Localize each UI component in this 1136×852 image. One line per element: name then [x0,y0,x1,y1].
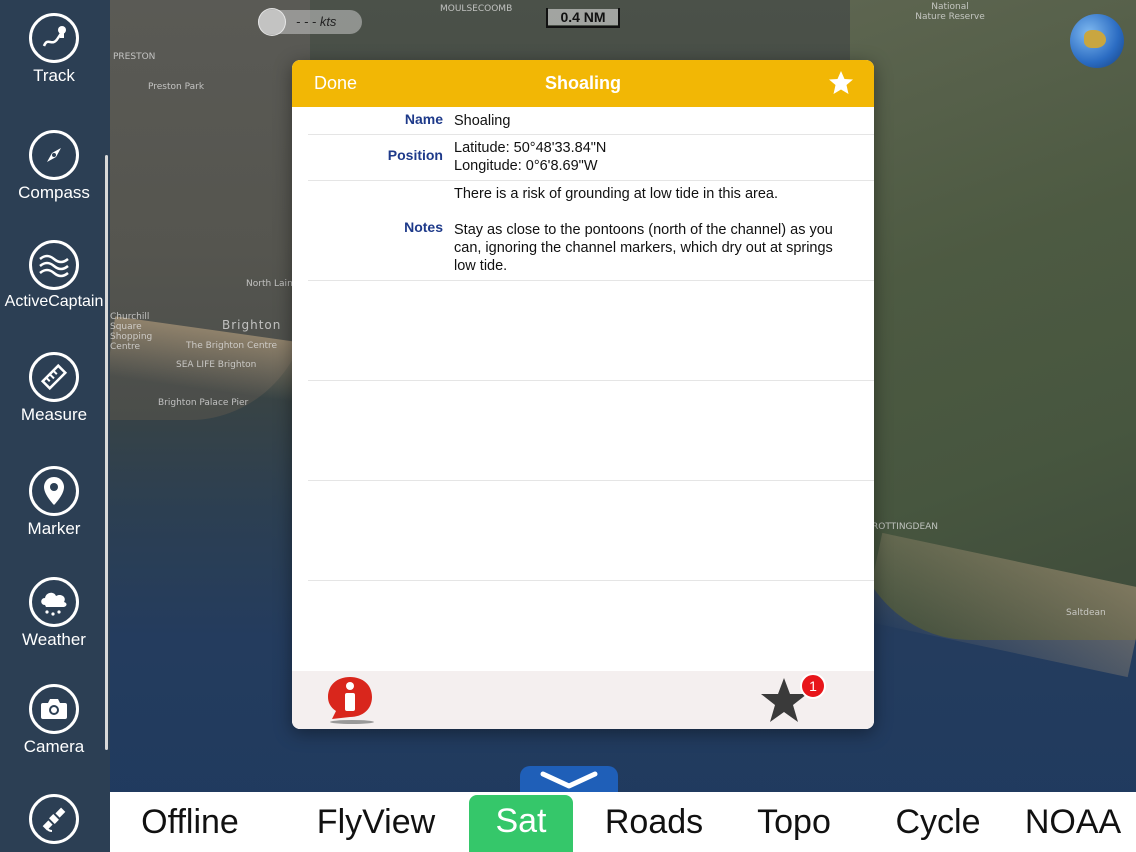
map-label: National Nature Reserve [915,2,985,22]
map-label: PRESTON [113,52,156,62]
chevron-down-icon [540,771,598,789]
collapse-toggle[interactable] [520,766,618,794]
activecaptain-icon [29,240,79,290]
tab-offline[interactable]: Offline [130,792,250,852]
map-label: SEA LIFE Brighton [176,360,257,370]
name-value: Shoaling [454,113,511,129]
map-label: ROTTINGDEAN [872,522,939,532]
notes-key: Notes [404,219,443,235]
waypoint-dialog: Done Shoaling Name Shoaling Position Lat… [292,60,874,729]
tab-topo[interactable]: Topo [750,792,838,852]
speed-value: - - - kts [296,14,337,29]
favorite-star-icon[interactable] [828,70,854,96]
map-label: Churchill Square Shopping Centre [110,312,153,352]
name-key: Name [404,111,443,127]
map-label: North Laine [246,279,299,289]
sidebar-item-marker[interactable]: Marker [0,466,108,539]
favorites-badge: 1 [800,673,826,699]
tab-flyview[interactable]: FlyView [308,792,444,852]
map-type-bar: Offline FlyView Sat Roads Topo Cycle NOA… [110,792,1136,852]
sidebar-item-weather[interactable]: Weather [0,577,108,650]
sidebar-item-measure[interactable]: Measure [0,352,108,425]
sidebar-item-label: Measure [20,405,88,424]
tab-noaa[interactable]: NOAA [1020,792,1126,852]
dialog-footer: 1 [292,671,874,729]
dialog-title: Shoaling [545,73,621,93]
sidebar-item-label: ActiveCaptain [4,293,104,310]
tab-sat[interactable]: Sat [469,795,573,852]
longitude-value: Longitude: 0°6'8.69"W [454,158,598,174]
sidebar-item-track[interactable]: Track [0,13,108,86]
sidebar-item-label: Marker [27,519,81,538]
empty-row [308,381,874,481]
speed-indicator: - - - kts [258,8,362,36]
sidebar-item-label: Camera [23,737,85,756]
notes-line: There is a risk of grounding at low tide… [454,186,778,202]
ruler-icon [29,352,79,402]
map-label: Preston Park [148,82,205,92]
map-label: Saltdean [1066,608,1106,618]
empty-row [308,281,874,381]
weather-icon [29,577,79,627]
scale-bar: 0.4 NM [546,8,620,28]
empty-row [308,481,874,581]
sidebar-item-satellite[interactable] [0,794,108,844]
globe-continent [1084,30,1106,48]
camera-icon [29,684,79,734]
map-label: The Brighton Centre [186,341,278,351]
sidebar-item-label: Track [33,66,75,85]
latitude-value: Latitude: 50°48'33.84"N [454,140,607,156]
map-label: Brighton Palace Pier [158,398,249,408]
compass-icon [29,130,79,180]
info-icon[interactable] [324,675,376,725]
sidebar-item-camera[interactable]: Camera [0,684,108,757]
globe-icon[interactable] [1070,14,1124,68]
dialog-header: Done Shoaling [292,60,874,107]
sidebar: Track Compass ActiveCaptain Measure Mark… [0,0,110,852]
tab-roads[interactable]: Roads [600,792,708,852]
notes-row[interactable]: Notes There is a risk of grounding at lo… [308,181,874,281]
position-row[interactable]: Position Latitude: 50°48'33.84"N Longitu… [308,135,874,181]
speed-dial-icon [258,8,286,36]
track-icon [29,13,79,63]
scale-value: 0.4 NM [548,9,618,25]
map-label: MOULSECOOMB [440,4,513,14]
notes-line: Stay as close to the pontoons (north of … [454,222,833,274]
satellite-icon [29,794,79,844]
position-key: Position [387,147,443,163]
name-row[interactable]: Name Shoaling [308,107,874,135]
map-label: Brighton [222,318,282,332]
sidebar-item-label: Compass [18,183,90,202]
sidebar-item-compass[interactable]: Compass [0,130,108,203]
sidebar-item-label: Weather [22,630,86,649]
tab-cycle[interactable]: Cycle [890,792,986,852]
marker-icon [29,466,79,516]
sidebar-item-activecaptain[interactable]: ActiveCaptain [0,240,108,311]
